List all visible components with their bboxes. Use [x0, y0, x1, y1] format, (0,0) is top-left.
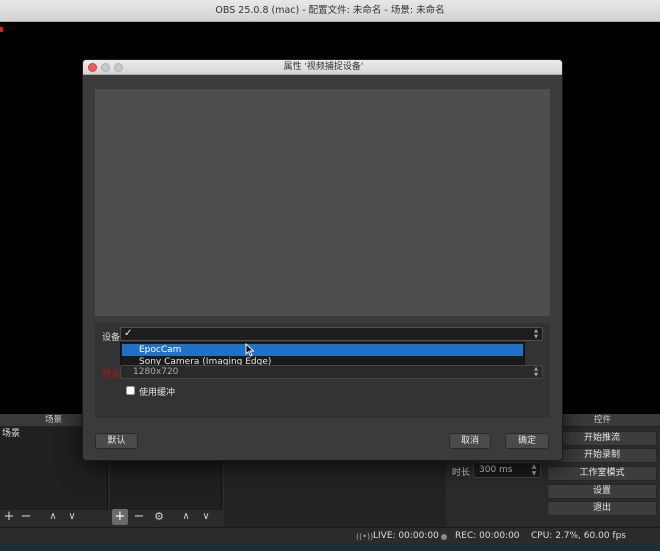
main-window-title: OBS 25.0.8 (mac) - 配置文件: 未命名 - 场景: 未命名 — [215, 5, 445, 16]
add-source-icon[interactable]: + — [112, 509, 128, 525]
start-streaming-button[interactable]: 开始推流 — [547, 431, 657, 446]
device-dropdown-menu: EpocCam Sony Camera (Imaging Edge) — [120, 342, 525, 367]
main-window-titlebar: OBS 25.0.8 (mac) - 配置文件: 未命名 - 场景: 未命名 — [0, 0, 660, 22]
close-window-icon[interactable] — [88, 63, 97, 72]
cpu-fps: CPU: 2.7%, 60.00 fps — [531, 531, 626, 541]
move-scene-down-icon[interactable]: ∨ — [64, 509, 80, 525]
move-scene-up-icon[interactable]: ∧ — [45, 509, 61, 525]
move-source-up-icon[interactable]: ∧ — [178, 509, 194, 525]
controls-dock-title-text: 控件 — [593, 415, 611, 425]
defaults-button[interactable]: 默认 — [95, 433, 138, 449]
scenes-dock-title-text: 场景 — [44, 415, 62, 425]
mouse-cursor-icon — [245, 343, 255, 357]
rec-time: REC: 00:00:00 — [455, 531, 520, 541]
device-option-label: EpocCam — [139, 345, 182, 355]
properties-dialog: 属性 '视频捕捉设备' 设备 ▲ ▼ ✓ EpocCam Sony Camera … — [82, 59, 563, 461]
preset-select[interactable]: 1280x720 ▲ ▼ — [120, 365, 543, 379]
transition-duration-value: 300 ms — [479, 465, 513, 475]
capture-preview — [95, 89, 550, 316]
desktop-strip — [0, 545, 660, 551]
scene-item-label: 场景 — [2, 429, 21, 439]
preview-marker — [0, 27, 3, 32]
select-arrows-icon: ▲ ▼ — [534, 328, 538, 340]
spin-arrows-icon[interactable]: ▲ ▼ — [529, 463, 539, 477]
source-settings-gear-icon[interactable]: ⚙ — [151, 509, 167, 525]
studio-mode-button[interactable]: 工作室模式 — [547, 466, 657, 481]
exit-button[interactable]: 退出 — [547, 501, 657, 516]
transition-duration-label: 时长 — [452, 468, 471, 478]
use-buffering-checkbox[interactable] — [126, 386, 135, 395]
dialog-titlebar: 属性 '视频捕捉设备' — [83, 60, 562, 75]
record-dot-icon — [441, 534, 447, 540]
move-source-down-icon[interactable]: ∨ — [198, 509, 214, 525]
scenes-toolbar: + − ∧ ∨ — [0, 509, 108, 526]
device-option-epoccam[interactable]: EpocCam — [122, 344, 523, 356]
remove-scene-icon[interactable]: − — [18, 509, 34, 525]
preset-label: 预设 — [102, 370, 121, 380]
minimize-window-icon[interactable] — [101, 63, 110, 72]
live-broadcast-icon: ((•)) — [356, 532, 374, 541]
device-select[interactable]: ▲ ▼ — [120, 327, 543, 341]
select-arrows-icon: ▲ ▼ — [534, 366, 538, 378]
device-label: 设备 — [102, 333, 121, 343]
preset-value: 1280x720 — [133, 367, 179, 377]
ok-button[interactable]: 确定 — [505, 433, 549, 449]
live-time: LIVE: 00:00:00 — [373, 531, 439, 541]
remove-source-icon[interactable]: − — [131, 509, 147, 525]
dialog-title: 属性 '视频捕捉设备' — [283, 62, 364, 72]
status-bar: ((•)) LIVE: 00:00:00 REC: 00:00:00 CPU: … — [0, 527, 660, 545]
add-scene-icon[interactable]: + — [1, 509, 17, 525]
use-buffering-label: 使用缓冲 — [139, 388, 176, 398]
start-recording-button[interactable]: 开始录制 — [547, 448, 657, 463]
cancel-button[interactable]: 取消 — [449, 433, 491, 449]
settings-button[interactable]: 设置 — [547, 484, 657, 499]
zoom-window-icon[interactable] — [114, 63, 123, 72]
checkmark-icon: ✓ — [124, 328, 133, 339]
sources-toolbar: + − ⚙ ∧ ∨ — [110, 509, 222, 526]
